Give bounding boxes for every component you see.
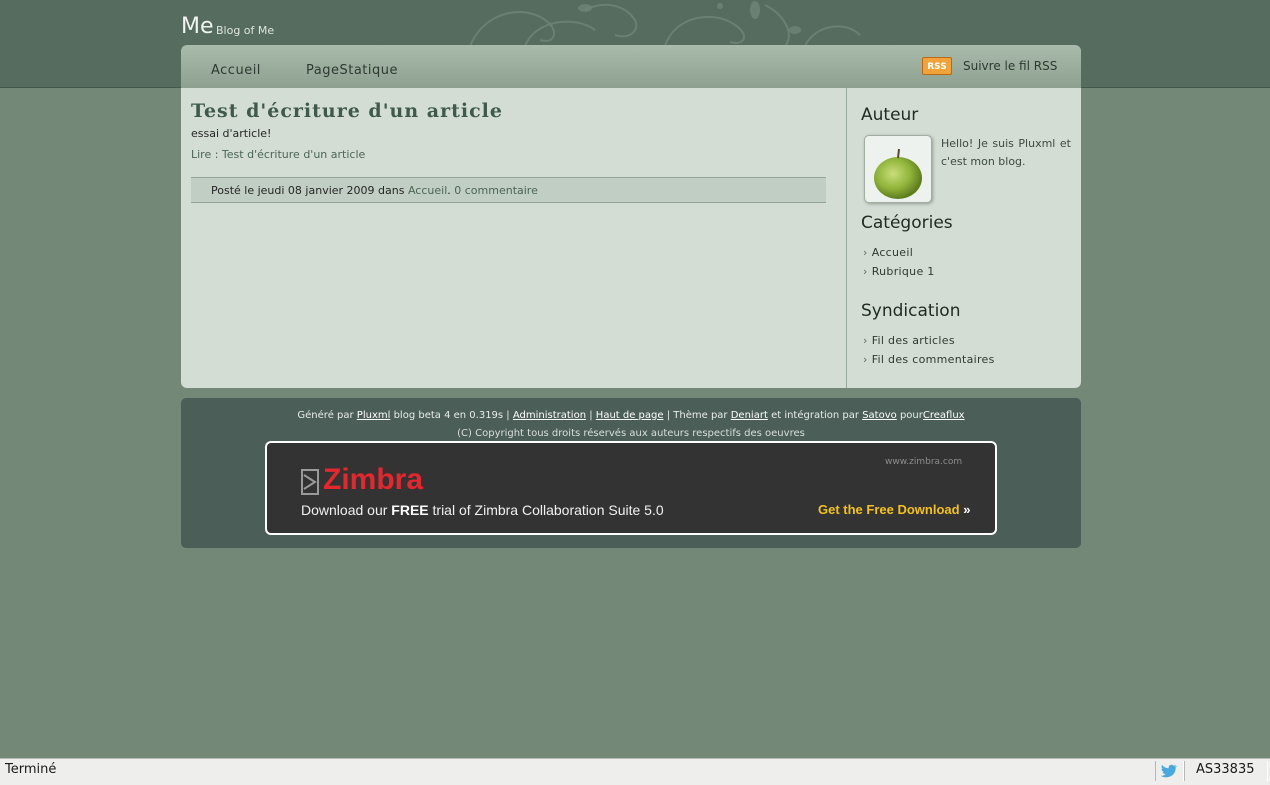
meta-posted-text: Posté le jeudi 08 janvier 2009 dans	[211, 184, 405, 197]
meta-category-link[interactable]: Accueil	[408, 184, 447, 197]
footer-text: Généré par	[297, 410, 354, 421]
zimbra-mark-icon	[301, 469, 319, 495]
syndication-heading: Syndication	[861, 301, 961, 321]
nav-item-pagestatique[interactable]: PageStatique	[306, 63, 398, 78]
category-item[interactable]: › Rubrique 1	[863, 265, 935, 278]
content-area: Test d'écriture d'un article essai d'art…	[181, 88, 1081, 388]
pluxml-link[interactable]: Pluxml	[357, 410, 391, 421]
author-avatar	[864, 135, 932, 203]
chevron-right-icon: ›	[863, 334, 868, 347]
zimbra-ad-banner[interactable]: Zimbra www.zimbra.com Download our FREE …	[265, 441, 997, 535]
tagline-text: trial of Zimbra Collaboration Suite 5.0	[432, 502, 664, 518]
tagline-text: Download our	[301, 502, 388, 518]
feed-comments-link[interactable]: Fil des commentaires	[872, 353, 995, 366]
author-text: Hello! Je suis Pluxml et c'est mon blog.	[941, 137, 1071, 168]
site-title[interactable]: Me	[181, 14, 214, 39]
author-heading: Auteur	[861, 105, 919, 125]
deniart-link[interactable]: Deniart	[731, 410, 768, 421]
cta-text: Get the Free Download	[818, 502, 960, 517]
satovo-link[interactable]: Satovo	[862, 410, 897, 421]
twitter-bird-icon[interactable]	[1160, 763, 1178, 779]
apple-icon	[874, 148, 922, 199]
zimbra-tagline: Download our FREE trial of Zimbra Collab…	[301, 502, 664, 518]
main-nav: Accueil PageStatique RSS Suivre le fil R…	[181, 45, 1081, 88]
top-of-page-link[interactable]: Haut de page	[596, 410, 664, 421]
syndication-item[interactable]: › Fil des articles	[863, 334, 955, 347]
footer-separator: |	[589, 410, 593, 421]
category-link-rubrique-1[interactable]: Rubrique 1	[872, 265, 935, 278]
nav-item-accueil[interactable]: Accueil	[211, 63, 261, 78]
creaflux-link[interactable]: Creaflux	[923, 410, 965, 421]
footer-credits: Généré par Pluxml blog beta 4 en 0.319s …	[181, 410, 1081, 421]
tagline-free: FREE	[391, 502, 429, 518]
footer: Généré par Pluxml blog beta 4 en 0.319s …	[181, 398, 1081, 548]
rss-link[interactable]: Suivre le fil RSS	[963, 59, 1057, 73]
admin-link[interactable]: Administration	[513, 410, 586, 421]
footer-text: blog beta 4 en 0.319s |	[393, 410, 510, 421]
chevron-right-icon: ›	[863, 265, 868, 278]
sidebar-divider	[846, 88, 847, 388]
browser-status-bar: Terminé AS33835	[0, 758, 1270, 785]
chevron-right-icon: ›	[863, 246, 868, 259]
cta-arrow: »	[963, 502, 971, 517]
status-text: Terminé	[5, 762, 57, 777]
feed-articles-link[interactable]: Fil des articles	[872, 334, 955, 347]
as-number: AS33835	[1196, 762, 1255, 777]
footer-text: pour	[899, 410, 923, 421]
footer-text: | Thème par	[666, 410, 728, 421]
footer-text: et intégration par	[771, 410, 860, 421]
article-meta: Posté le jeudi 08 janvier 2009 dans Accu…	[191, 177, 826, 203]
category-item[interactable]: › Accueil	[863, 246, 913, 259]
chevron-right-icon: ›	[863, 353, 868, 366]
article-title[interactable]: Test d'écriture d'un article	[191, 100, 503, 122]
floral-ornament-icon	[469, 1, 861, 46]
category-link-accueil[interactable]: Accueil	[872, 246, 913, 259]
meta-comments-link[interactable]: 0 commentaire	[454, 184, 538, 197]
rss-icon[interactable]: RSS	[922, 57, 952, 75]
syndication-item[interactable]: › Fil des commentaires	[863, 353, 995, 366]
categories-heading: Catégories	[861, 213, 953, 233]
read-more-link[interactable]: Lire : Test d'écriture d'un article	[191, 148, 365, 161]
zimbra-url: www.zimbra.com	[885, 457, 963, 467]
free-download-link[interactable]: Get the Free Download »	[818, 502, 970, 517]
meta-dot: .	[447, 184, 451, 197]
zimbra-logo: Zimbra	[323, 463, 424, 496]
footer-copyright: (C) Copyright tous droits réservés aux a…	[457, 428, 805, 439]
site-subtitle: Blog of Me	[216, 24, 275, 37]
article-body: essai d'article!	[191, 127, 272, 140]
